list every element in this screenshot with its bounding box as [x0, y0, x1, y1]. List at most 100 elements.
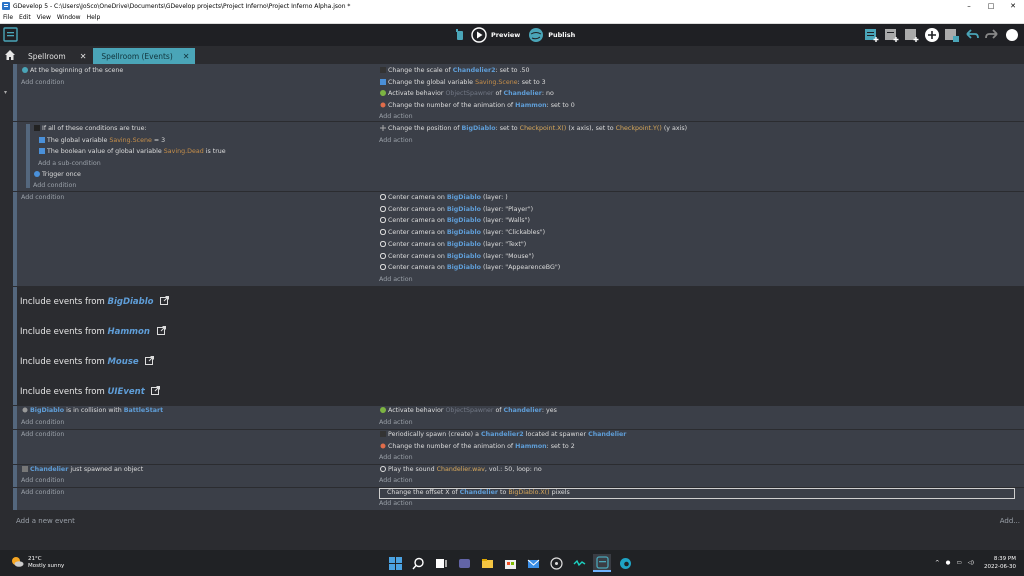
add-sub-condition-link[interactable]: Add a sub-condition [38, 160, 101, 167]
collapse-chevron-icon[interactable]: ▾ [4, 89, 7, 96]
minimize-button[interactable]: – [958, 0, 980, 12]
event-drag-handle[interactable] [13, 465, 17, 487]
include-event-uievent[interactable]: Include events from UIEvent [20, 386, 161, 397]
menu-edit[interactable]: Edit [16, 14, 34, 21]
condition-text[interactable]: If all of these conditions are true: [42, 125, 147, 132]
steam-icon[interactable] [547, 554, 565, 572]
undo-icon[interactable] [964, 27, 980, 43]
search-icon[interactable] [409, 554, 427, 572]
event-row[interactable]: If all of these conditions are true: The… [13, 122, 1024, 191]
debug-icon[interactable] [453, 28, 467, 42]
add-action-link[interactable]: Add action [379, 276, 413, 283]
action-line[interactable]: Center camera on BigDiablo (layer: ) [379, 193, 508, 201]
menu-file[interactable]: File [0, 14, 16, 21]
add-action-link[interactable]: Add action [379, 419, 413, 426]
add-subevent-icon[interactable] [884, 27, 900, 43]
close-window-button[interactable]: ✕ [1002, 0, 1024, 12]
event-drag-handle[interactable] [13, 488, 17, 510]
add-condition-link[interactable]: Add condition [33, 182, 76, 189]
project-manager-icon[interactable] [3, 27, 19, 43]
store-icon[interactable] [501, 554, 519, 572]
action-line-selected[interactable]: Change the offset X of Chandelier to Big… [387, 489, 570, 496]
action-line[interactable]: Change the scale of Chandelier2: set to … [380, 67, 530, 74]
event-row[interactable]: Add condition Change the offset X of Cha… [13, 488, 1024, 510]
app-icon[interactable] [570, 554, 588, 572]
windows-start-icon[interactable] [386, 554, 404, 572]
event-row[interactable]: Add condition Periodically spawn (create… [13, 430, 1024, 464]
event-drag-handle[interactable] [13, 430, 17, 464]
action-line[interactable]: Change the position of BigDiablo: set to… [380, 125, 687, 132]
add-action-link[interactable]: Add action [379, 454, 413, 461]
add-condition-link[interactable]: Add condition [21, 431, 64, 438]
mail-icon[interactable] [524, 554, 542, 572]
add-event-icon[interactable] [864, 27, 880, 43]
weather-widget[interactable]: 21°C Mostly sunny [10, 555, 64, 571]
maximize-button[interactable]: □ [980, 0, 1002, 12]
action-line[interactable]: Periodically spawn (create) a Chandelier… [380, 431, 626, 438]
redo-icon[interactable] [984, 27, 1000, 43]
action-line[interactable]: Center camera on BigDiablo (layer: "Clic… [379, 228, 545, 236]
action-line[interactable]: Activate behavior ObjectSpawner of Chand… [380, 90, 554, 97]
action-line[interactable]: Center camera on BigDiablo (layer: "Mous… [379, 252, 534, 260]
action-line[interactable]: Center camera on BigDiablo (layer: "Appe… [379, 264, 560, 271]
action-line[interactable]: Center camera on BigDiablo (layer: "Text… [379, 240, 526, 248]
add-action-link[interactable]: Add action [379, 500, 413, 507]
file-explorer-icon[interactable] [478, 554, 496, 572]
action-line[interactable]: Center camera on BigDiablo (layer: "Play… [379, 205, 533, 213]
event-row[interactable]: Add condition Center camera on BigDiablo… [13, 192, 1024, 286]
add-condition-link[interactable]: Add condition [21, 419, 64, 426]
event-drag-handle[interactable] [13, 287, 17, 405]
open-external-icon[interactable] [147, 386, 161, 397]
add-new-event-link[interactable]: Add a new event [16, 517, 75, 525]
gdevelop-taskbar-icon[interactable] [593, 554, 611, 572]
add-action-link[interactable]: Add action [379, 477, 413, 484]
event-drag-handle[interactable] [13, 122, 17, 191]
event-row[interactable]: At the beginning of the scene Add condit… [13, 64, 1024, 121]
preview-button[interactable]: Preview [491, 31, 520, 39]
add-condition-link[interactable]: Add condition [21, 79, 64, 86]
microphone-icon[interactable]: ● [946, 560, 951, 566]
action-line[interactable]: Change the number of the animation of Ha… [380, 443, 575, 450]
condition-text[interactable]: Trigger once [42, 171, 81, 178]
delete-selection-icon[interactable] [944, 27, 960, 43]
event-drag-handle[interactable] [13, 406, 17, 429]
network-icon[interactable]: ▭ [956, 560, 961, 566]
include-event-hammon[interactable]: Include events from Hammon [20, 326, 166, 337]
open-external-icon[interactable] [153, 326, 166, 337]
add-action-link[interactable]: Add action [379, 113, 413, 120]
tab-close-button[interactable]: ✕ [80, 52, 87, 61]
volume-icon[interactable]: ◁) [968, 560, 974, 566]
condition-text[interactable]: At the beginning of the scene [30, 67, 123, 74]
settings-circle-icon[interactable] [1004, 27, 1020, 43]
menu-window[interactable]: Window [54, 14, 84, 21]
open-external-icon[interactable] [141, 356, 155, 367]
include-event-mouse[interactable]: Include events from Mouse [20, 356, 155, 367]
event-row[interactable]: BigDiablo is in collision with BattleSta… [13, 406, 1024, 429]
add-comment-icon[interactable] [904, 27, 920, 43]
add-condition-link[interactable]: Add condition [21, 489, 64, 496]
tab-close-button[interactable]: ✕ [183, 52, 190, 61]
system-clock[interactable]: 8:39 PM 2022-06-30 [984, 555, 1016, 571]
action-line[interactable]: Change the number of the animation of Ha… [380, 102, 575, 109]
chevron-up-icon[interactable]: ^ [935, 560, 940, 566]
preview-play-icon[interactable] [471, 27, 487, 43]
add-condition-link[interactable]: Add condition [21, 194, 64, 201]
teams-chat-icon[interactable] [455, 554, 473, 572]
event-row[interactable]: Chandelier just spawned an object Add co… [13, 465, 1024, 487]
action-line[interactable]: Center camera on BigDiablo (layer: "Wall… [379, 217, 530, 224]
menu-help[interactable]: Help [84, 14, 104, 21]
tab-spellroom[interactable]: Spellroom ✕ [20, 48, 92, 64]
open-external-icon[interactable] [156, 296, 170, 307]
menu-view[interactable]: View [34, 14, 54, 21]
event-drag-handle[interactable] [13, 192, 17, 286]
action-line[interactable]: Activate behavior ObjectSpawner of Chand… [380, 407, 557, 414]
task-view-icon[interactable] [432, 554, 450, 572]
include-event-bigdiablo[interactable]: Include events from BigDiablo [20, 296, 170, 307]
action-line[interactable]: Play the sound Chandelier.wav, vol.: 50,… [380, 466, 542, 473]
action-line[interactable]: Change the global variable Saving.Scene:… [380, 79, 546, 86]
event-drag-handle[interactable] [13, 64, 17, 121]
add-more-button[interactable]: Add... [1000, 517, 1020, 525]
tab-spellroom-events[interactable]: Spellroom (Events) ✕ [93, 48, 196, 64]
edge-browser-icon[interactable] [616, 554, 634, 572]
add-other-icon[interactable] [924, 27, 940, 43]
